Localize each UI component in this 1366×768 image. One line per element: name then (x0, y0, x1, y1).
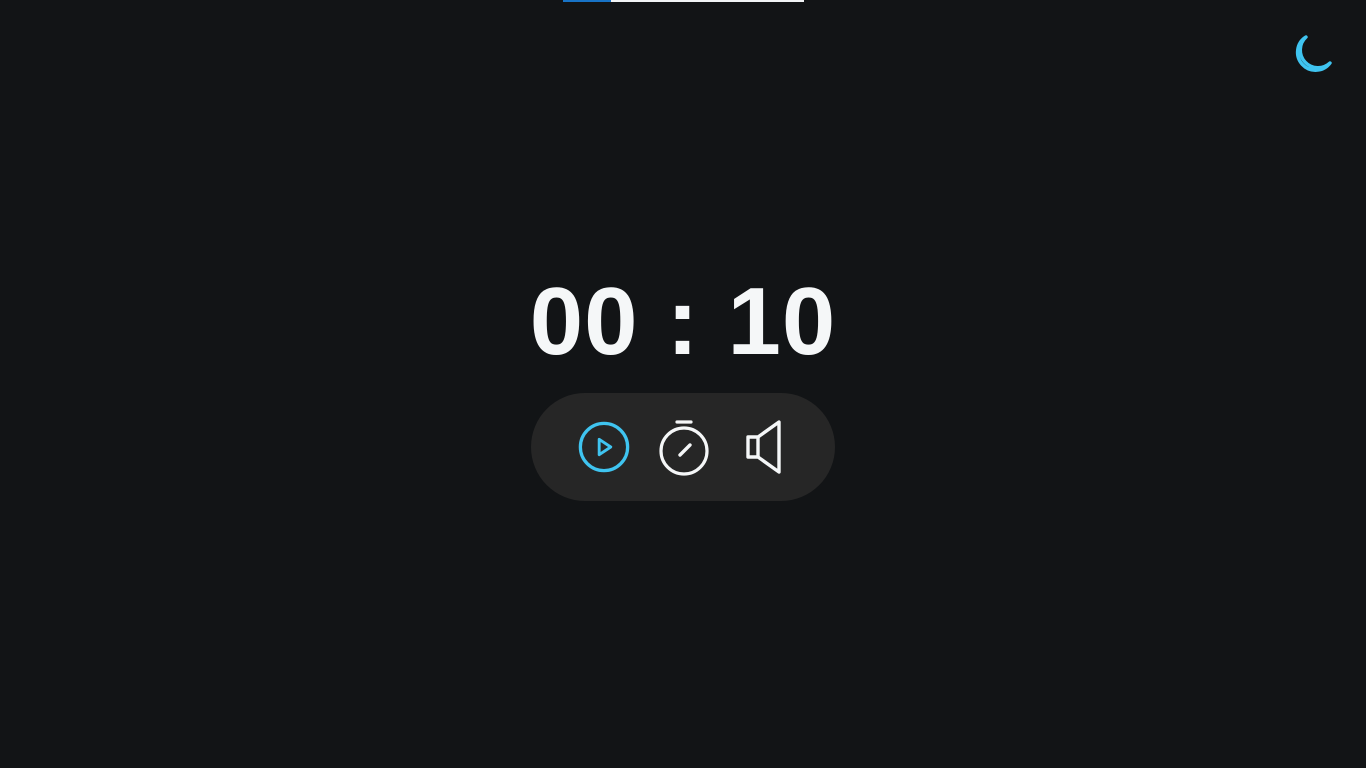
speaker-icon (746, 420, 781, 474)
timer-display: 00:10 (0, 270, 1366, 374)
progress-bar-fill (563, 0, 612, 2)
timer-seconds: 10 (727, 268, 837, 375)
moon-icon (1295, 35, 1332, 72)
stopwatch-icon (659, 420, 709, 476)
play-button[interactable] (577, 417, 631, 477)
sound-toggle-button[interactable] (737, 417, 791, 477)
timer-minutes: 00 (529, 268, 639, 375)
timer-controls (531, 393, 835, 501)
timer-separator: : (666, 268, 700, 375)
timer-page: 00:10 (0, 0, 1366, 768)
theme-toggle-button[interactable] (1286, 32, 1334, 80)
timer-settings-button[interactable] (657, 417, 711, 477)
play-circle-icon (578, 421, 630, 473)
progress-bar (563, 0, 804, 2)
